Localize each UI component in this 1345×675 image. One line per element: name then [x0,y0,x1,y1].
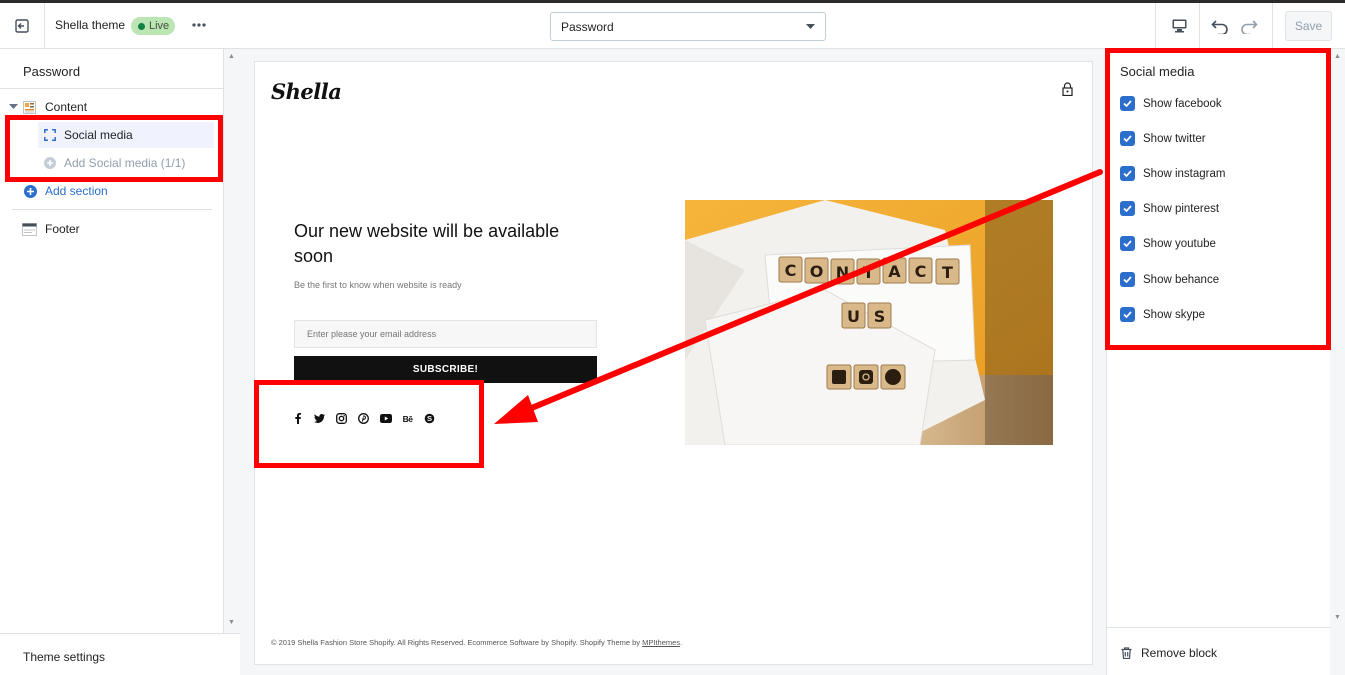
annotation-arrow [494,169,1103,424]
